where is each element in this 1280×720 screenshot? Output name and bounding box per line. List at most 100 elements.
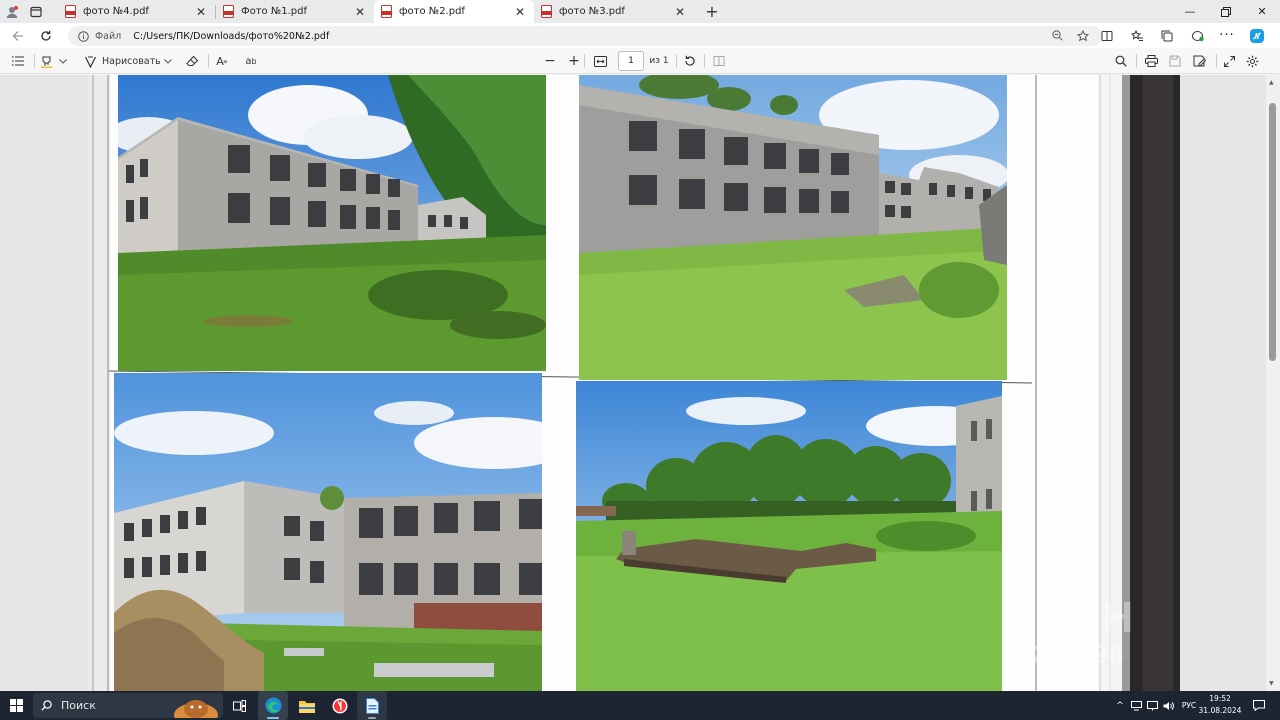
close-window-icon[interactable]: ✕ [1244, 0, 1280, 23]
tab-actions-icon[interactable] [24, 0, 48, 23]
pdf-viewport[interactable]: ЦИАН 5250598 [0, 75, 1280, 691]
tab-label: Фото №1.pdf [241, 6, 308, 17]
start-windows-icon[interactable] [4, 691, 28, 720]
rotate-icon[interactable] [681, 48, 699, 74]
browser-essentials-icon[interactable] [1182, 23, 1212, 48]
tab-label: фото №3.pdf [559, 6, 625, 17]
connected-devices-icon[interactable] [1129, 691, 1143, 720]
draw-label[interactable]: Нарисовать [102, 48, 162, 74]
vertical-scrollbar[interactable]: ▲ ▼ [1266, 75, 1280, 691]
photo-abandoned-building-with-sand [114, 373, 542, 691]
yandex-browser-icon[interactable] [325, 691, 355, 720]
toolbar-divider [672, 48, 680, 74]
search-icon [41, 700, 52, 711]
contents-list-icon[interactable] [8, 48, 28, 74]
window-controls: — ✕ [1172, 0, 1280, 23]
print-icon[interactable] [1142, 48, 1160, 74]
zoom-in-icon[interactable]: + [567, 48, 581, 74]
address-bar[interactable]: Файл C:/Users/ПК/Downloads/фото%20№2.pdf [68, 26, 1102, 46]
refresh-icon[interactable] [32, 23, 60, 48]
chevron-down-icon[interactable] [57, 48, 69, 74]
volume-icon[interactable] [1161, 691, 1175, 720]
minimize-icon[interactable]: — [1172, 0, 1208, 23]
search-highlight-icon [171, 693, 221, 718]
search-label: Поиск [61, 699, 96, 712]
tab-label: фото №4.pdf [83, 6, 149, 17]
scroll-down-icon[interactable]: ▼ [1269, 680, 1274, 687]
fullscreen-icon[interactable] [1220, 48, 1238, 74]
toolbar-divider [1212, 48, 1220, 74]
more-options-icon[interactable]: ··· [1212, 23, 1242, 48]
save-icon[interactable] [1166, 48, 1184, 74]
save-as-icon[interactable] [1190, 48, 1208, 74]
task-view-icon[interactable] [228, 691, 250, 720]
tab-strip: фото №4.pdf ✕ Фото №1.pdf ✕ фото №2.pdf … [0, 0, 1280, 23]
pdf-file-icon [380, 5, 393, 18]
tab-photo-1[interactable]: Фото №1.pdf ✕ [216, 0, 374, 23]
profile-icon[interactable] [0, 0, 24, 23]
page-total-label: из 1 [649, 56, 669, 66]
toolbar-divider [1132, 48, 1140, 74]
zoom-icon[interactable] [1044, 30, 1070, 42]
info-icon[interactable] [78, 30, 89, 42]
close-tab-icon[interactable]: ✕ [354, 6, 366, 18]
pdf-page: ЦИАН 5250598 [88, 75, 1180, 691]
file-scheme-label: Файл [95, 30, 122, 42]
close-tab-icon[interactable]: ✕ [514, 6, 526, 18]
notifications-icon[interactable] [1248, 691, 1270, 720]
restore-icon[interactable] [1208, 0, 1244, 23]
browser-toolbar-right: ··· [1092, 23, 1272, 48]
page-number-input[interactable]: 1 [618, 51, 644, 71]
taskbar-search[interactable]: Поиск [33, 693, 223, 718]
address-bar-row: Файл C:/Users/ПК/Downloads/фото%20№2.pdf… [0, 23, 1280, 48]
scroll-up-icon[interactable]: ▲ [1269, 79, 1274, 86]
network-icon[interactable] [1145, 691, 1159, 720]
clock-time: 19:52 [1209, 694, 1231, 703]
toolbar-divider [700, 48, 708, 74]
favorites-icon[interactable] [1122, 23, 1152, 48]
clock-date: 31.08.2024 [1198, 706, 1242, 715]
draw-icon[interactable] [80, 48, 100, 74]
document-app-icon[interactable] [357, 691, 387, 720]
show-hidden-icons[interactable]: ^ [1113, 691, 1127, 720]
tab-photo-2[interactable]: фото №2.pdf ✕ [374, 0, 534, 23]
watermark-number: 5250598 [1016, 639, 1125, 669]
copilot-icon[interactable] [1242, 23, 1272, 48]
photo-ruins-and-forest [576, 381, 1002, 691]
eraser-icon[interactable] [182, 48, 202, 74]
edge-browser-icon[interactable] [258, 691, 288, 720]
page-view-icon[interactable] [710, 48, 728, 74]
pdf-file-icon [64, 5, 77, 18]
new-tab-icon[interactable]: + [700, 0, 724, 23]
pdf-file-icon [222, 5, 235, 18]
highlight-icon[interactable] [37, 48, 55, 74]
pdf-file-icon [540, 5, 553, 18]
file-explorer-icon[interactable] [292, 691, 322, 720]
close-tab-icon[interactable]: ✕ [195, 6, 207, 18]
photo-building-and-grass [579, 75, 1007, 380]
url-text[interactable]: C:/Users/ПК/Downloads/фото%20№2.pdf [133, 31, 329, 42]
toolbar-divider [580, 48, 588, 74]
tab-photo-3[interactable]: фото №3.pdf ✕ [534, 0, 694, 23]
collections-icon[interactable] [1152, 23, 1182, 48]
pdf-toolbar: Нарисовать A» ab − + 1 из 1 [0, 48, 1280, 74]
windows-taskbar: Поиск ^ РУС 19:52 31.08.2024 [0, 691, 1280, 720]
scrollbar-thumb[interactable] [1269, 103, 1276, 361]
split-screen-icon[interactable] [1092, 23, 1122, 48]
system-clock[interactable]: 19:52 31.08.2024 [1198, 693, 1242, 719]
tab-photo-4[interactable]: фото №4.pdf ✕ [58, 0, 215, 23]
tab-label: фото №2.pdf [399, 6, 465, 17]
read-aloud-icon[interactable]: A» [212, 48, 232, 74]
watermark-logo: ЦИАН [1000, 593, 1136, 642]
chevron-down-icon[interactable] [162, 48, 174, 74]
back-icon[interactable] [4, 23, 32, 48]
translate-icon[interactable]: ab [240, 48, 262, 74]
search-icon[interactable] [1112, 48, 1130, 74]
settings-gear-icon[interactable] [1243, 48, 1261, 74]
language-indicator[interactable]: РУС [1179, 691, 1199, 720]
close-tab-icon[interactable]: ✕ [674, 6, 686, 18]
fit-page-icon[interactable] [591, 48, 609, 74]
zoom-out-icon[interactable]: − [543, 48, 557, 74]
toolbar-divider [204, 48, 212, 74]
photo-building-three-storey [118, 75, 546, 371]
